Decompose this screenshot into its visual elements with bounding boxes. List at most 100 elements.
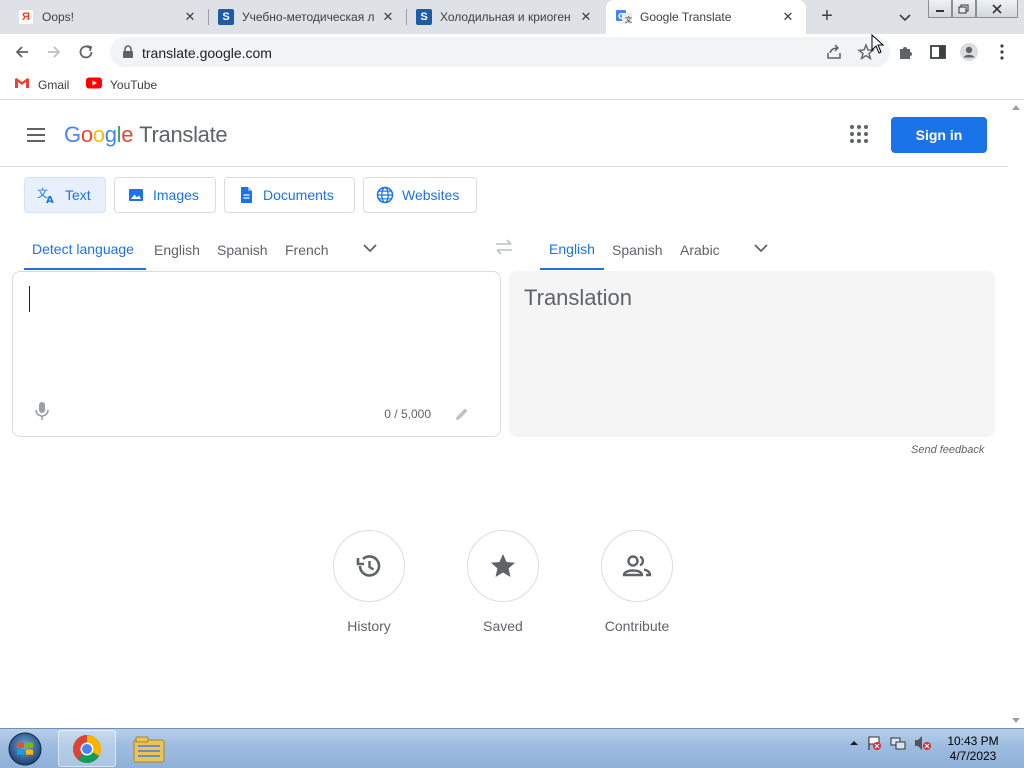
new-tab-button[interactable]: +: [816, 6, 838, 28]
show-hidden-icons-icon[interactable]: [846, 735, 862, 751]
action-center-flag-icon[interactable]: [866, 735, 882, 751]
windows-taskbar: 10:43 PM 4/7/2023: [0, 728, 1024, 768]
network-icon[interactable]: [890, 735, 906, 751]
tab-google-translate[interactable]: G文 Google Translate ✕: [606, 0, 806, 34]
volume-muted-icon[interactable]: [914, 735, 931, 751]
page-scrollbar[interactable]: [1008, 101, 1024, 728]
feature-label: Contribute: [604, 618, 670, 634]
text-cursor: [29, 286, 30, 312]
source-more-languages-chevron-down-icon[interactable]: [360, 238, 380, 258]
tab-oops[interactable]: Я Oops! ✕: [8, 0, 208, 34]
lock-icon[interactable]: [122, 45, 134, 64]
tab-strip: Я Oops! ✕ S Учебно-методическая л ✕ S Хо…: [0, 0, 1024, 34]
youtube-icon: [86, 77, 102, 92]
scroll-up-icon[interactable]: [1012, 105, 1020, 110]
target-lang-english[interactable]: English: [540, 230, 604, 270]
clock-date: 4/7/2023: [949, 749, 997, 763]
url-text: translate.google.com: [142, 45, 272, 61]
translate-icon: 文A: [37, 185, 57, 205]
source-lang-english[interactable]: English: [146, 230, 208, 270]
pencil-icon[interactable]: [453, 405, 471, 423]
tab-holodilnaya[interactable]: S Холодильная и криоген ✕: [406, 0, 604, 34]
logo-letter: G: [64, 122, 81, 147]
svg-text:G: G: [618, 12, 625, 21]
s-icon: S: [416, 9, 432, 25]
bookmark-youtube[interactable]: YouTube: [86, 77, 157, 92]
taskbar-explorer-icon[interactable]: [120, 730, 178, 767]
contribute-button[interactable]: Contribute: [582, 530, 692, 634]
source-text-input[interactable]: 0 / 5,000: [12, 271, 501, 437]
tab-search-icon[interactable]: [896, 8, 914, 26]
restore-button[interactable]: [952, 0, 976, 18]
bookmark-label: Gmail: [38, 77, 70, 92]
mode-images-button[interactable]: Images: [114, 177, 216, 213]
s-icon: S: [218, 9, 234, 25]
close-window-button[interactable]: [976, 0, 1018, 18]
translation-output: Translation: [509, 271, 995, 437]
image-icon: [127, 186, 145, 204]
profile-icon[interactable]: [959, 42, 979, 62]
system-clock[interactable]: 10:43 PM 4/7/2023: [940, 734, 1006, 764]
source-lang-french[interactable]: French: [277, 230, 337, 270]
globe-icon: [376, 186, 394, 204]
people-icon[interactable]: [601, 530, 673, 602]
scroll-down-icon[interactable]: [1012, 718, 1020, 723]
extensions-icon[interactable]: [896, 42, 916, 62]
target-lang-arabic[interactable]: Arabic: [672, 230, 728, 270]
address-bar[interactable]: translate.google.com: [110, 37, 890, 67]
tab-title: Холодильная и криоген: [440, 10, 571, 24]
send-feedback-link[interactable]: Send feedback: [911, 444, 984, 456]
side-panel-icon[interactable]: [928, 42, 948, 62]
mode-websites-button[interactable]: Websites: [363, 177, 477, 213]
history-icon[interactable]: [333, 530, 405, 602]
taskbar-chrome-icon[interactable]: [58, 730, 116, 767]
close-tab-icon[interactable]: ✕: [578, 9, 594, 25]
logo-letter: o: [92, 122, 105, 147]
google-translate-logo[interactable]: Google Translate: [64, 122, 228, 148]
app-header: Google Translate Sign in: [0, 101, 1008, 167]
tab-uchebno[interactable]: S Учебно-методическая л ✕: [208, 0, 406, 34]
minimize-button[interactable]: [928, 0, 952, 18]
share-icon[interactable]: [824, 42, 844, 62]
bookmark-label: YouTube: [110, 77, 158, 92]
character-count: 0 / 5,000: [384, 407, 431, 421]
google-apps-icon[interactable]: [848, 123, 870, 145]
bookmark-gmail[interactable]: Gmail: [14, 77, 69, 92]
mode-documents-button[interactable]: Documents: [224, 177, 355, 213]
target-lang-spanish[interactable]: Spanish: [604, 230, 671, 270]
source-lang-detect[interactable]: Detect language: [24, 230, 146, 270]
history-button[interactable]: History: [314, 530, 424, 634]
swap-languages-icon[interactable]: [493, 236, 515, 258]
reload-icon[interactable]: [74, 40, 98, 64]
svg-text:A: A: [46, 195, 54, 205]
logo-letter: o: [80, 122, 93, 147]
tab-title: Google Translate: [640, 10, 732, 24]
mode-label: Documents: [263, 187, 334, 203]
translation-placeholder: Translation: [524, 285, 633, 310]
browser-toolbar: translate.google.com: [0, 33, 1024, 70]
feature-label: History: [347, 618, 391, 634]
tab-title: Учебно-методическая л: [242, 10, 375, 24]
target-more-languages-chevron-down-icon[interactable]: [751, 238, 771, 258]
forward-icon[interactable]: [42, 40, 66, 64]
hamburger-menu-icon[interactable]: [24, 123, 48, 147]
tab-title: Oops!: [42, 10, 75, 24]
mode-label: Images: [153, 187, 199, 203]
close-tab-icon[interactable]: ✕: [780, 9, 796, 25]
windows-start-icon[interactable]: [3, 730, 47, 768]
source-lang-spanish[interactable]: Spanish: [209, 230, 276, 270]
bookmarks-bar: Gmail YouTube: [0, 70, 1024, 100]
back-icon[interactable]: [10, 40, 34, 64]
close-tab-icon[interactable]: ✕: [182, 9, 198, 25]
document-icon: [237, 186, 255, 204]
close-tab-icon[interactable]: ✕: [380, 9, 396, 25]
yandex-icon: Я: [18, 9, 34, 25]
mouse-cursor-icon: [871, 33, 885, 59]
star-icon[interactable]: [467, 530, 539, 602]
microphone-icon[interactable]: [31, 400, 53, 422]
sign-in-button[interactable]: Sign in: [891, 117, 987, 153]
menu-kebab-icon[interactable]: [992, 42, 1012, 62]
saved-button[interactable]: Saved: [448, 530, 558, 634]
mode-text-button[interactable]: 文A Text: [24, 177, 106, 213]
logo-product-name: Translate: [139, 122, 228, 147]
